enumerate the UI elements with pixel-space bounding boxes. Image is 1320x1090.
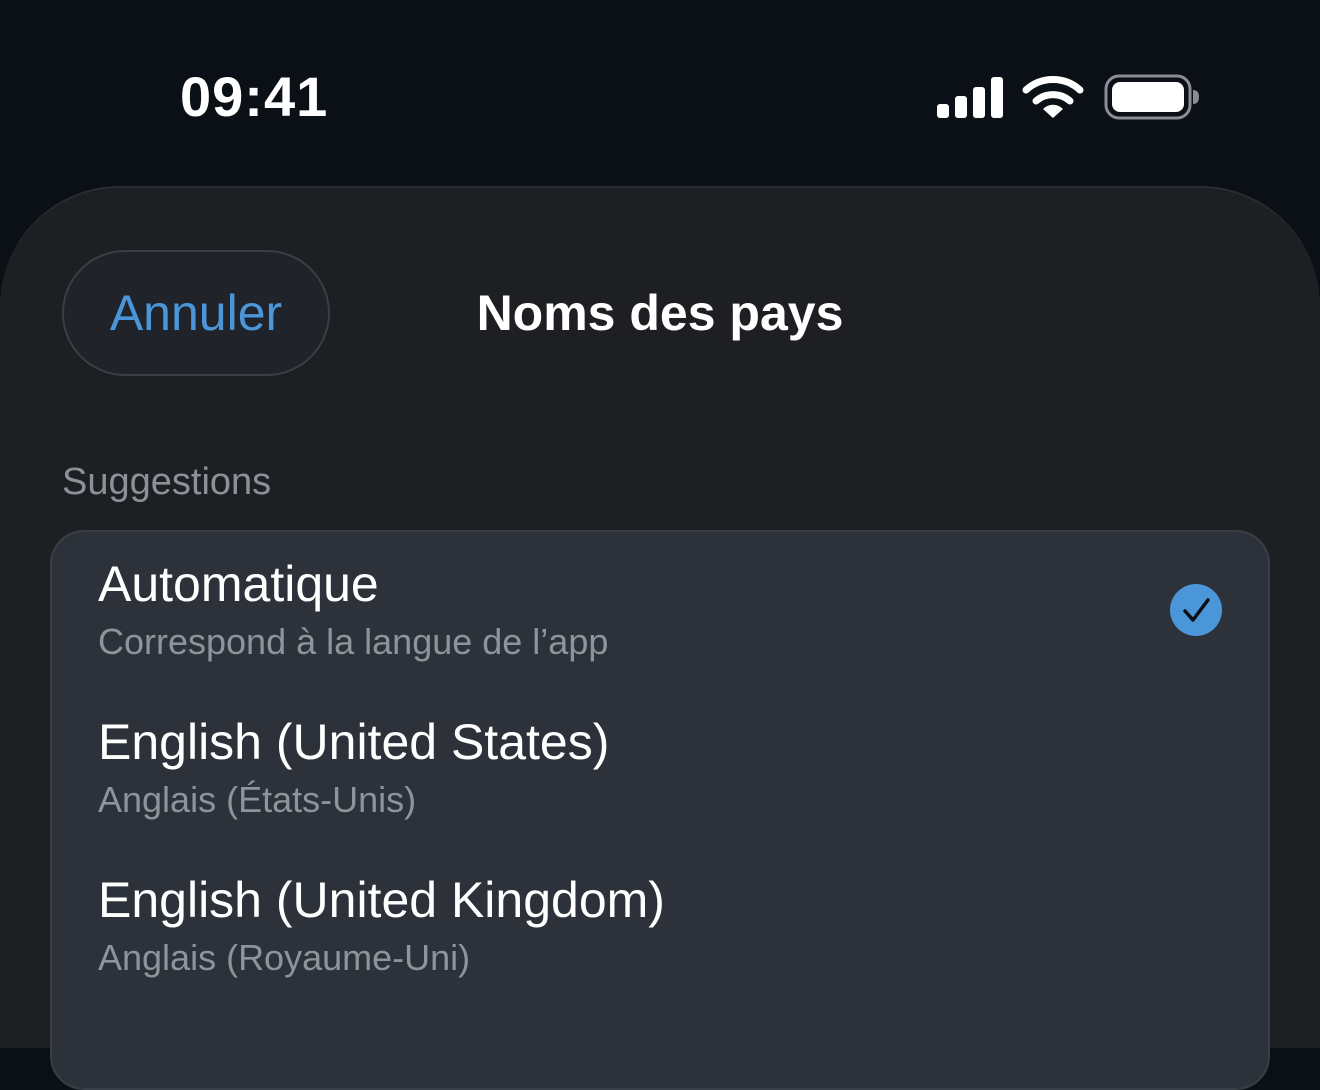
wifi-icon	[1022, 76, 1084, 118]
list-item-title: English (United States)	[98, 714, 610, 770]
checkmark-circle-icon	[1170, 584, 1222, 636]
cellular-signal-icon	[937, 77, 1003, 118]
cancel-button[interactable]: Annuler	[62, 250, 330, 376]
list-item-subtitle: Anglais (États-Unis)	[98, 779, 417, 820]
list-item-english-uk[interactable]: English (United Kingdom) Anglais (Royaum…	[52, 848, 1268, 1006]
list-item-subtitle: Anglais (Royaume-Uni)	[98, 937, 471, 978]
section-header-suggestions: Suggestions	[62, 461, 272, 503]
list-item-title: English (United Kingdom)	[98, 872, 665, 928]
country-names-sheet: Annuler Noms des pays Suggestions Automa…	[0, 186, 1320, 1090]
page-title: Noms des pays	[476, 285, 844, 341]
battery-icon	[1104, 74, 1199, 120]
list-item-automatic[interactable]: Automatique Correspond à la langue de l’…	[52, 532, 1268, 690]
list-item-english-us[interactable]: English (United States) Anglais (États-U…	[52, 690, 1268, 848]
list-item-title: Automatique	[98, 556, 379, 612]
suggestions-list: Automatique Correspond à la langue de l’…	[50, 530, 1270, 1090]
status-time: 09:41	[180, 65, 329, 128]
status-bar: 09:41	[0, 0, 1320, 186]
list-item-subtitle: Correspond à la langue de l’app	[98, 621, 609, 662]
